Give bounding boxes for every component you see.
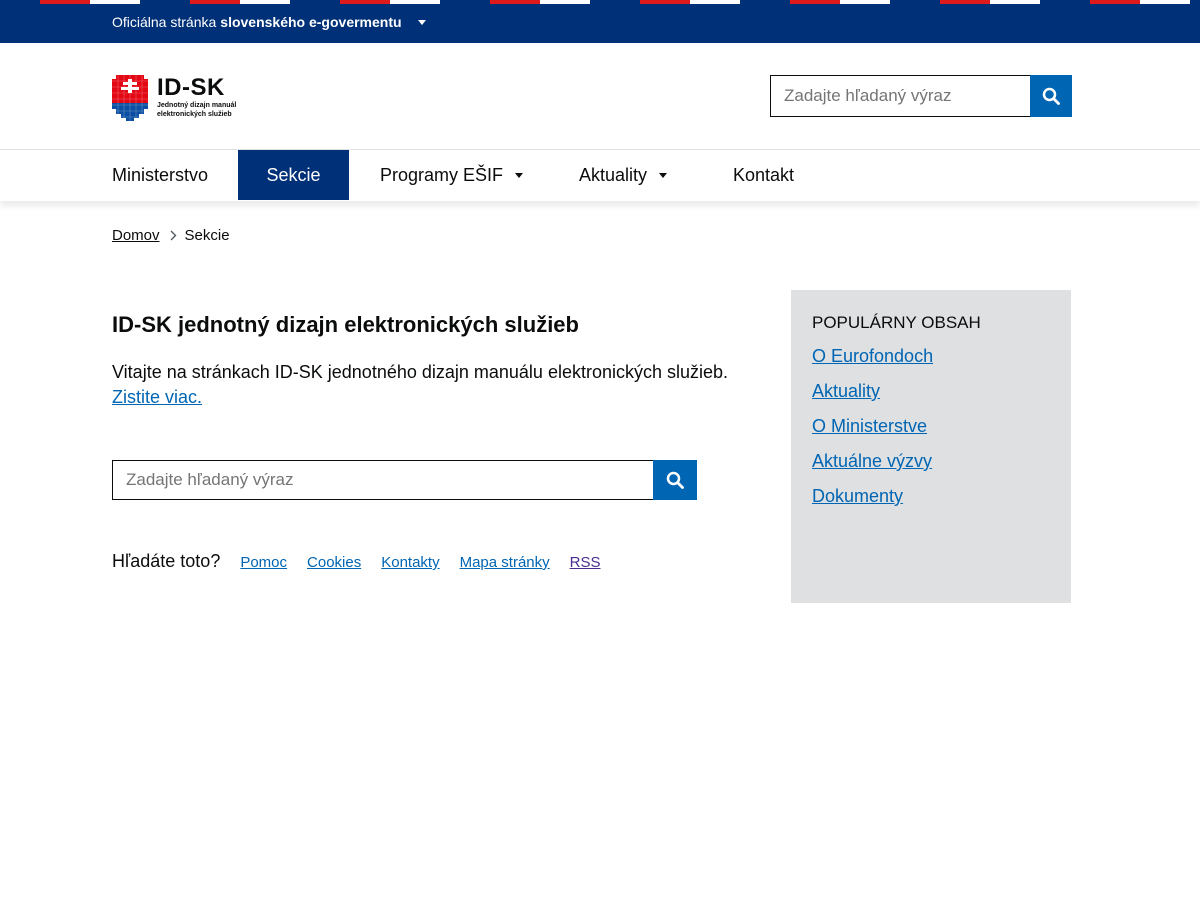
sidebar-title: POPULÁRNY OBSAH (812, 313, 981, 332)
caret-down-icon (417, 19, 426, 25)
quick-links: Hľadáte toto? Pomoc Cookies Kontakty Map… (112, 551, 620, 572)
stripe (40, 0, 90, 4)
quick-link-mapa-stranky[interactable]: Mapa stránky (460, 554, 550, 571)
learn-more-link[interactable]: Zistite viac. (112, 387, 202, 407)
nav-item-label: Kontakt (733, 164, 795, 185)
sidebar-link-aktualne-vyzvy[interactable]: Aktuálne výzvy (812, 451, 932, 471)
header-search-button[interactable] (1030, 75, 1072, 117)
stripe (390, 0, 440, 4)
quick-links-label: Hľadáte toto? (112, 551, 221, 571)
main-navigation: Ministerstvo Sekcie Programy EŠIF Aktual… (0, 149, 1200, 201)
stripe (640, 0, 690, 4)
stripe (190, 0, 240, 4)
quick-link-pomoc[interactable]: Pomoc (240, 554, 287, 571)
stripe (490, 0, 540, 4)
list-item: O Eurofondoch (812, 346, 933, 381)
list-item: Dokumenty (812, 486, 933, 521)
stripe (840, 0, 890, 4)
stripe (690, 0, 740, 4)
list-item: Aktuálne výzvy (812, 451, 933, 486)
government-bar: Oficiálna stránka slovenského e-govermen… (0, 0, 1200, 43)
main-search-button[interactable] (653, 460, 697, 500)
stripe (1140, 0, 1190, 4)
logo-text: ID-SK Jednotný dizajn manuál elektronick… (157, 75, 236, 119)
quick-link-kontakty[interactable]: Kontakty (381, 554, 439, 571)
flag-stripes (0, 0, 1200, 4)
caret-down-icon (515, 172, 524, 178)
nav-item-label: Sekcie (266, 164, 321, 185)
nav-item-sekcie[interactable]: Sekcie (238, 150, 349, 200)
caret-down-icon (659, 172, 668, 178)
stripe (340, 0, 390, 4)
list-item: Aktuality (812, 381, 933, 416)
popular-content-sidebar: POPULÁRNY OBSAH O Eurofondoch Aktuality … (791, 290, 1071, 603)
intro-text-body: Vitajte na stránkach ID-SK jednotného di… (112, 362, 729, 382)
sidebar-link-aktuality[interactable]: Aktuality (812, 381, 880, 401)
sidebar-link-o-ministerstve[interactable]: O Ministerstve (812, 416, 927, 436)
stripe (790, 0, 840, 4)
header-search-input[interactable] (770, 75, 1030, 117)
nav-item-label: Programy EŠIF (380, 164, 504, 185)
logo-title: ID-SK (157, 74, 225, 101)
nav-item-kontakt[interactable]: Kontakt (733, 150, 794, 200)
search-icon (1042, 87, 1060, 105)
stripe (990, 0, 1040, 4)
stripe (1090, 0, 1140, 4)
official-site-toggle[interactable]: Oficiálna stránka slovenského e-govermen… (112, 14, 426, 30)
breadcrumb: Domov Sekcie (112, 227, 230, 244)
official-site-prefix: Oficiálna stránka (112, 14, 217, 30)
logo-subtitle-line2: elektronických služieb (157, 111, 232, 118)
breadcrumb-home-link[interactable]: Domov (112, 227, 160, 244)
stripe (940, 0, 990, 4)
list-item: O Ministerstve (812, 416, 933, 451)
nav-item-label: Aktuality (579, 164, 648, 185)
official-site-bold: slovenského e-govermentu (220, 14, 402, 30)
header-search (770, 75, 1072, 117)
nav-item-programy-esif[interactable]: Programy EŠIF (380, 150, 524, 200)
quick-link-cookies[interactable]: Cookies (307, 554, 361, 571)
nav-item-aktuality[interactable]: Aktuality (579, 150, 668, 200)
breadcrumb-current: Sekcie (184, 227, 230, 244)
sidebar-link-list: O Eurofondoch Aktuality O Ministerstve A… (812, 346, 933, 521)
stripe (90, 0, 140, 4)
intro-text: Vitajte na stránkach ID-SK jednotného di… (112, 360, 752, 410)
nav-item-label: Ministerstvo (112, 164, 209, 185)
page-title: ID-SK jednotný dizajn elektronických slu… (112, 312, 579, 337)
stripe (240, 0, 290, 4)
slovak-coat-of-arms-icon (112, 75, 148, 121)
main-search-input[interactable] (112, 460, 653, 500)
site-logo[interactable]: ID-SK Jednotný dizajn manuál elektronick… (112, 75, 242, 123)
logo-subtitle-line1: Jednotný dizajn manuál (157, 102, 237, 109)
main-search (112, 460, 697, 500)
chevron-right-icon (170, 230, 177, 241)
nav-item-ministerstvo[interactable]: Ministerstvo (112, 150, 208, 200)
sidebar-link-eurofondy[interactable]: O Eurofondoch (812, 346, 933, 366)
sidebar-link-dokumenty[interactable]: Dokumenty (812, 486, 903, 506)
search-icon (666, 471, 684, 489)
stripe (540, 0, 590, 4)
site-header: ID-SK Jednotný dizajn manuál elektronick… (0, 43, 1200, 149)
quick-link-rss[interactable]: RSS (570, 554, 601, 571)
